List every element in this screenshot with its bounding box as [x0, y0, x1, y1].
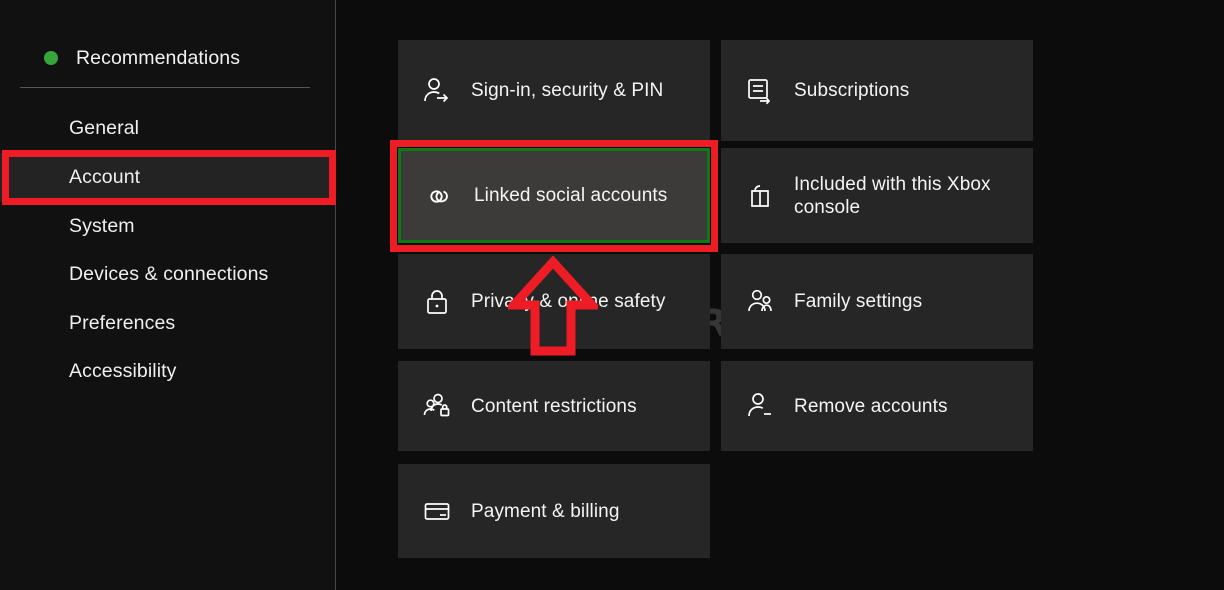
- document-arrow-icon: [743, 74, 777, 108]
- sidebar-item-system[interactable]: System: [0, 202, 335, 251]
- two-people-icon: [743, 285, 777, 319]
- tile-family-settings[interactable]: Family settings: [721, 254, 1033, 349]
- sidebar-divider-rule: [20, 87, 310, 88]
- settings-sidebar: Recommendations General Account System D…: [0, 0, 336, 590]
- sidebar-item-label: System: [69, 215, 135, 237]
- link-chain-icon: [423, 179, 457, 213]
- sidebar-vertical-divider: [335, 0, 336, 590]
- sidebar-item-label: Accessibility: [69, 360, 177, 382]
- lock-icon: [420, 285, 454, 319]
- tile-sign-in-security-pin[interactable]: Sign-in, security & PIN: [398, 40, 710, 141]
- gift-bag-icon: [743, 179, 777, 213]
- sidebar-item-label: Preferences: [69, 312, 176, 334]
- sidebar-item-devices-connections[interactable]: Devices & connections: [0, 250, 335, 299]
- sidebar-item-label: Account: [69, 166, 141, 188]
- tile-label: Remove accounts: [794, 395, 948, 417]
- recommendations-label: Recommendations: [76, 46, 241, 69]
- sidebar-item-recommendations[interactable]: Recommendations: [44, 45, 240, 71]
- tile-label: Included with this Xbox console: [794, 173, 991, 218]
- tile-included-with-this-xbox-console[interactable]: Included with this Xbox console: [721, 148, 1033, 243]
- sidebar-item-account[interactable]: Account: [0, 153, 335, 202]
- tile-label: Sign-in, security & PIN: [471, 80, 664, 101]
- recommendations-status-dot: [44, 51, 58, 65]
- sidebar-item-general[interactable]: General: [0, 104, 335, 153]
- tile-label: Family settings: [794, 291, 923, 312]
- tile-label: Privacy & online safety: [471, 291, 666, 312]
- tile-linked-social-accounts[interactable]: Linked social accounts: [398, 148, 710, 243]
- tile-label: Content restrictions: [471, 395, 637, 417]
- sidebar-item-label: Devices & connections: [69, 263, 269, 285]
- tile-payment-billing[interactable]: Payment & billing: [398, 464, 710, 558]
- tile-subscriptions[interactable]: Subscriptions: [721, 40, 1033, 141]
- tile-privacy-online-safety[interactable]: Privacy & online safety: [398, 254, 710, 349]
- tile-label: Subscriptions: [794, 80, 910, 101]
- sidebar-item-preferences[interactable]: Preferences: [0, 299, 335, 348]
- person-arrow-icon: [420, 74, 454, 108]
- people-lock-icon: [420, 389, 454, 423]
- credit-card-icon: [420, 494, 454, 528]
- tile-remove-accounts[interactable]: Remove accounts: [721, 361, 1033, 451]
- sidebar-item-accessibility[interactable]: Accessibility: [0, 347, 335, 396]
- xbox-settings-screen: Recommendations General Account System D…: [0, 0, 1224, 590]
- tile-label: Linked social accounts: [474, 185, 668, 206]
- tile-label: Payment & billing: [471, 500, 620, 522]
- tile-content-restrictions[interactable]: Content restrictions: [398, 361, 710, 451]
- person-minus-icon: [743, 389, 777, 423]
- sidebar-item-label: General: [69, 117, 140, 139]
